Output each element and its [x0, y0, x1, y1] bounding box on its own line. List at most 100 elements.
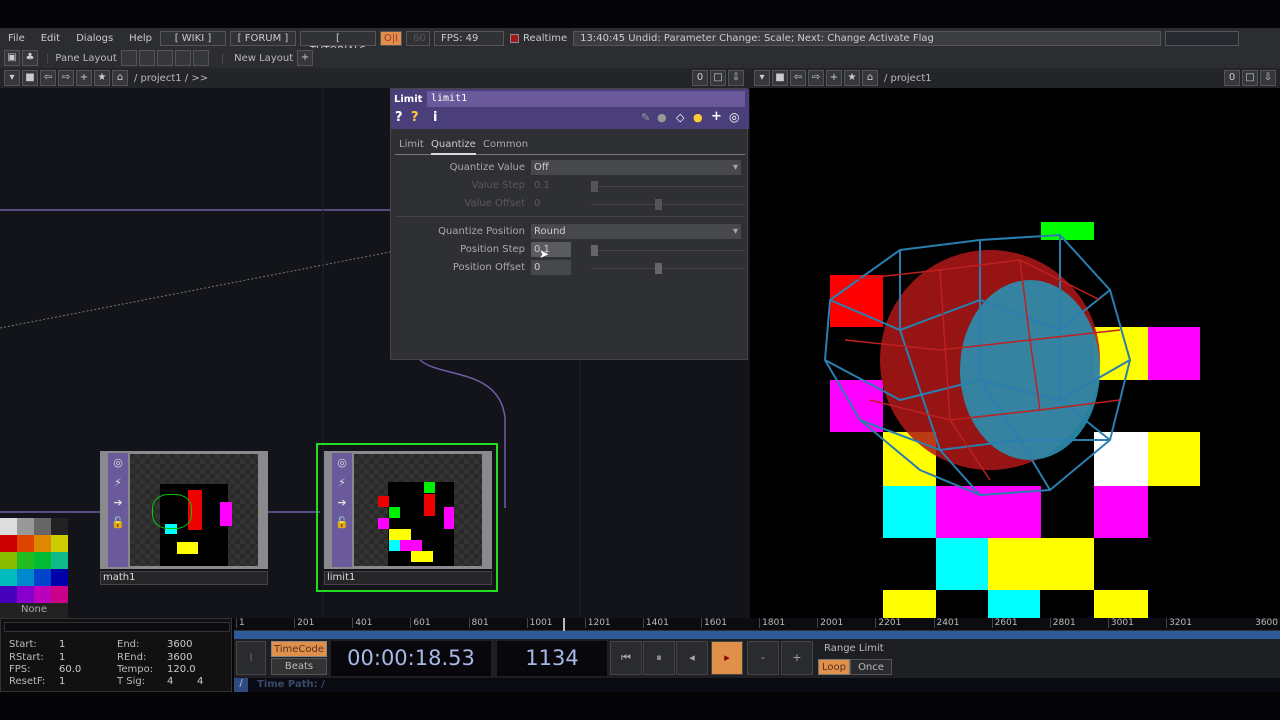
step-minus-button[interactable]: - [747, 641, 779, 675]
home-icon[interactable]: ⌂ [862, 70, 878, 86]
menu-dialogs[interactable]: Dialogs [76, 33, 113, 44]
lock-icon[interactable]: 🔓 [108, 513, 128, 533]
tsig-denominator[interactable]: 4 [197, 676, 203, 687]
fps-value[interactable]: 60.0 [59, 664, 81, 675]
beats-toggle[interactable]: Beats [271, 658, 327, 675]
tab-common[interactable]: Common [483, 139, 528, 150]
bypass-icon[interactable]: ⚡ [332, 473, 352, 493]
node-name[interactable]: math1 [100, 571, 268, 585]
timeline-ruler[interactable]: 1 201 401 601 801 1001 1201 1401 1601 1801 2001 220… [234, 618, 1280, 631]
layout-4-icon[interactable] [174, 50, 191, 66]
i-button[interactable]: I [236, 641, 266, 675]
play-button[interactable]: ▸ [711, 641, 743, 675]
swatch[interactable] [34, 569, 51, 586]
swatch[interactable] [0, 569, 17, 586]
import-icon[interactable]: ⇩ [728, 70, 744, 86]
rewind-button[interactable]: ⏮ [610, 641, 642, 675]
back-icon[interactable]: ⇦ [40, 70, 56, 86]
viewer-toggle-icon[interactable]: ◎ [332, 453, 352, 473]
node-math1[interactable]: ◎ ⚡ ➔ 🔓 math1 [100, 451, 268, 585]
forward-icon[interactable]: ⇨ [58, 70, 74, 86]
menu-help[interactable]: Help [129, 33, 152, 44]
add-parameter-icon[interactable]: + [711, 109, 722, 124]
time-path[interactable]: Time Path: / [257, 679, 325, 690]
help-icon[interactable]: ? [395, 110, 403, 125]
resetf-value[interactable]: 1 [59, 676, 65, 687]
quantize-value-dropdown[interactable]: Off ▾ [531, 160, 741, 175]
stop-icon[interactable]: ■ [22, 70, 38, 86]
home-icon[interactable]: ⌂ [112, 70, 128, 86]
start-value[interactable]: 1 [59, 639, 65, 650]
clipboard-icon[interactable]: ◇ [676, 111, 684, 124]
tutorials-button[interactable]: [ TUTORIALS ] [299, 30, 376, 68]
swatch[interactable] [0, 552, 17, 569]
end-value[interactable]: 3600 [167, 639, 192, 650]
maximize-icon[interactable]: □ [1242, 70, 1258, 86]
dropdown-icon[interactable]: ▾ [4, 70, 20, 86]
operator-name-field[interactable]: limit1 [427, 91, 745, 107]
swatch[interactable] [34, 535, 51, 552]
swatch[interactable] [0, 535, 17, 552]
swatch[interactable] [17, 518, 34, 535]
viewer-toggle-icon[interactable]: ◎ [108, 453, 128, 473]
palette-none[interactable]: None [0, 604, 68, 615]
rstart-value[interactable]: 1 [59, 652, 65, 663]
swatch[interactable] [51, 569, 68, 586]
layout-3-icon[interactable] [156, 50, 173, 66]
lock-icon[interactable]: 🔓 [332, 513, 352, 533]
layout-5-icon[interactable] [192, 50, 209, 66]
tsig-numerator[interactable]: 4 [167, 676, 173, 687]
swatch[interactable] [0, 518, 17, 535]
node-name[interactable]: limit1 [324, 571, 492, 585]
swatch[interactable] [17, 586, 34, 603]
value-offset-field[interactable]: 0 [534, 198, 540, 209]
panel-icon[interactable]: ▣ [4, 50, 20, 66]
new-layout-button[interactable]: + [297, 50, 314, 66]
render-viewer[interactable] [750, 88, 1280, 618]
swatch[interactable] [0, 586, 17, 603]
python-help-icon[interactable]: ? [411, 110, 419, 125]
timeline-range-bar[interactable] [234, 631, 1280, 639]
realtime-checkbox[interactable] [509, 33, 519, 43]
once-toggle[interactable]: Once [850, 659, 892, 675]
swatch[interactable] [51, 518, 68, 535]
swatch[interactable] [17, 569, 34, 586]
tab-limit[interactable]: Limit [399, 139, 424, 150]
network-path[interactable]: / project1 / >> [134, 73, 208, 84]
wiki-button[interactable]: [ WIKI ] [159, 30, 226, 46]
swatch[interactable] [34, 552, 51, 569]
maximize-icon[interactable]: □ [710, 70, 726, 86]
value-step-field[interactable]: 0.1 [534, 180, 550, 191]
playhead[interactable] [563, 618, 566, 631]
add-icon[interactable]: + [76, 70, 92, 86]
zero-button[interactable]: 0 [692, 70, 708, 86]
import-icon[interactable]: ⇩ [1260, 70, 1276, 86]
swatch[interactable] [34, 518, 51, 535]
layout-2-icon[interactable] [138, 50, 155, 66]
display-icon[interactable]: ➔ [332, 493, 352, 513]
add-icon[interactable]: + [826, 70, 842, 86]
swatch[interactable] [34, 586, 51, 603]
forum-button[interactable]: [ FORUM ] [229, 30, 296, 46]
step-plus-button[interactable]: + [781, 641, 813, 675]
perform-toggle[interactable]: O|I [379, 30, 402, 46]
swatch[interactable] [17, 552, 34, 569]
tempo-value[interactable]: 120.0 [167, 664, 196, 675]
tab-quantize[interactable]: Quantize [431, 139, 476, 155]
step-back-button[interactable]: ◂ [676, 641, 708, 675]
stop-icon[interactable]: ■ [772, 70, 788, 86]
timecode-display[interactable]: 00:00:18.53 [331, 641, 491, 676]
zero-button[interactable]: 0 [1224, 70, 1240, 86]
node-limit1[interactable]: ◎ ⚡ ➔ 🔓 limit1 [324, 451, 492, 585]
swatch[interactable] [51, 552, 68, 569]
position-step-field[interactable]: 0.1 [531, 242, 571, 257]
frame-display[interactable]: 1134 [497, 641, 607, 676]
dropdown-icon[interactable]: ▾ [754, 70, 770, 86]
position-offset-slider[interactable] [591, 263, 745, 274]
layout-1-icon[interactable] [120, 50, 137, 66]
info-icon[interactable]: i [433, 110, 437, 125]
bypass-icon[interactable]: ⚡ [108, 473, 128, 493]
menu-edit[interactable]: Edit [41, 33, 60, 44]
position-offset-field[interactable]: 0 [531, 260, 571, 275]
quantize-position-dropdown[interactable]: Round ▾ [531, 224, 741, 239]
